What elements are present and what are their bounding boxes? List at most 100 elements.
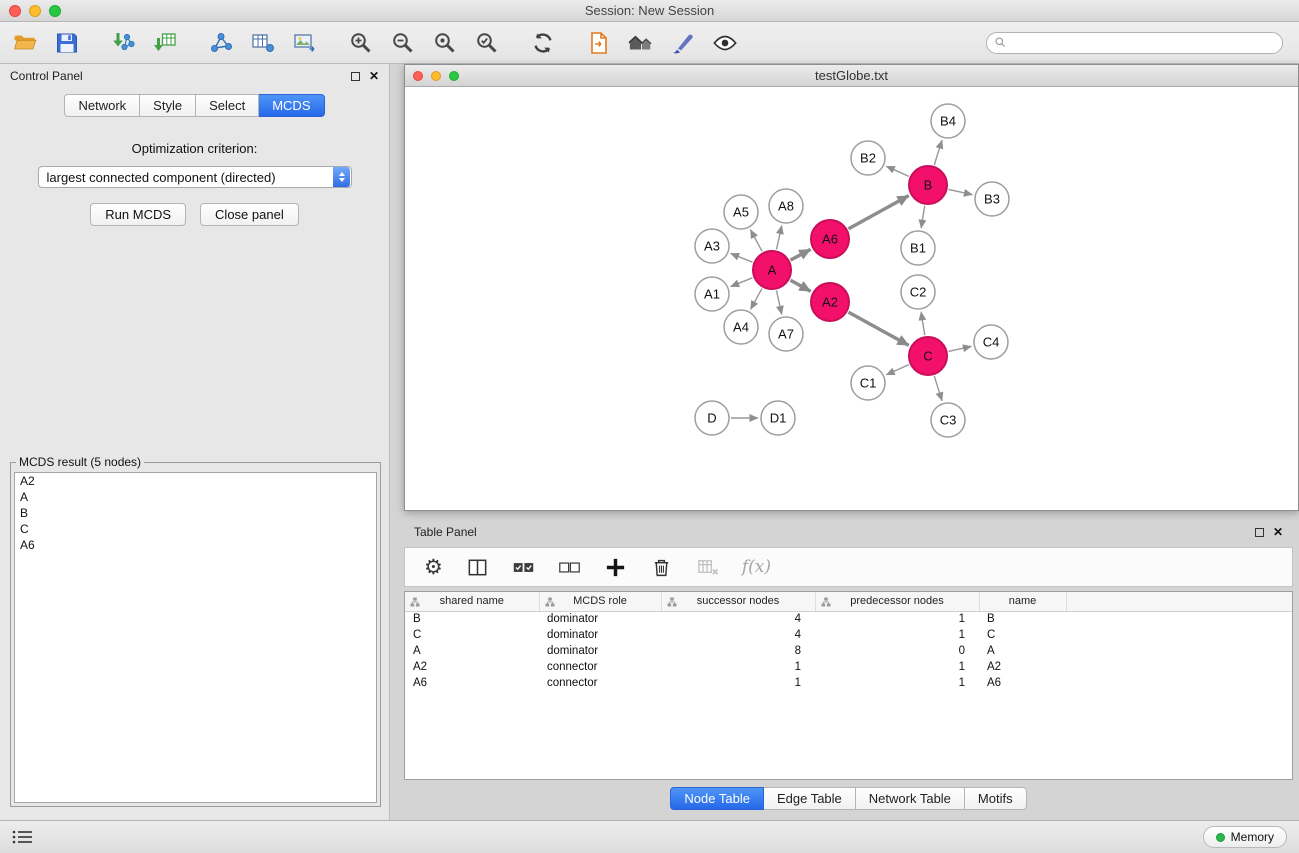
save-session-button[interactable] bbox=[52, 28, 82, 58]
network-canvas[interactable]: B4B2BB3A5A8A6A3B1AC2A1A2A4A7C4CC1C3DD1 bbox=[405, 87, 1298, 510]
graph-node-A8[interactable]: A8 bbox=[769, 189, 803, 223]
graph-edge-B-B2[interactable] bbox=[886, 166, 909, 176]
minimize-window-button[interactable] bbox=[29, 5, 41, 17]
deselect-all-button[interactable] bbox=[558, 554, 581, 580]
close-panel-button[interactable]: Close panel bbox=[200, 203, 299, 226]
search-input[interactable] bbox=[1011, 34, 1282, 52]
zoom-selected-button[interactable] bbox=[472, 28, 502, 58]
graph-edge-C-C3[interactable] bbox=[934, 376, 942, 401]
column-header[interactable]: successor nodes bbox=[661, 592, 815, 611]
run-mcds-button[interactable]: Run MCDS bbox=[90, 203, 186, 226]
delete-table-button[interactable] bbox=[696, 554, 719, 580]
tab-style[interactable]: Style bbox=[140, 94, 196, 117]
table-row[interactable]: A6connector 11 A6 bbox=[405, 675, 1292, 691]
column-header[interactable]: name bbox=[979, 592, 1066, 611]
tab-mcds[interactable]: MCDS bbox=[259, 94, 324, 117]
first-neighbors-button[interactable] bbox=[584, 28, 614, 58]
list-item[interactable]: A bbox=[15, 489, 376, 505]
graph-node-A6[interactable]: A6 bbox=[811, 220, 849, 258]
graph-node-A4[interactable]: A4 bbox=[724, 310, 758, 344]
home-layout-button[interactable] bbox=[626, 28, 656, 58]
graph-node-A5[interactable]: A5 bbox=[724, 195, 758, 229]
minimize-view-button[interactable] bbox=[431, 71, 441, 81]
apply-style-button[interactable] bbox=[668, 28, 698, 58]
graph-node-C[interactable]: C bbox=[909, 337, 947, 375]
export-image-button[interactable] bbox=[290, 28, 320, 58]
graph-edge-B-B1[interactable] bbox=[921, 206, 925, 229]
graph-edge-A-A3[interactable] bbox=[731, 253, 753, 262]
graph-edge-A-A6[interactable] bbox=[791, 249, 811, 260]
graph-edge-A-A1[interactable] bbox=[731, 278, 753, 287]
graph-edge-A-A2[interactable] bbox=[790, 280, 810, 291]
import-network-button[interactable] bbox=[108, 28, 138, 58]
graph-edge-C-C4[interactable] bbox=[948, 346, 971, 351]
tab-edge-table[interactable]: Edge Table bbox=[764, 787, 856, 810]
graph-node-D1[interactable]: D1 bbox=[761, 401, 795, 435]
import-table-button[interactable] bbox=[150, 28, 180, 58]
table-row[interactable]: Cdominator 41 C bbox=[405, 627, 1292, 643]
node-table[interactable]: shared name MCDS role successor nodes pr… bbox=[404, 591, 1293, 780]
graph-node-B4[interactable]: B4 bbox=[931, 104, 965, 138]
graph-node-A1[interactable]: A1 bbox=[695, 277, 729, 311]
tab-motifs[interactable]: Motifs bbox=[965, 787, 1027, 810]
graph-edge-A-A4[interactable] bbox=[751, 288, 762, 309]
list-item[interactable]: C bbox=[15, 521, 376, 537]
tab-network[interactable]: Network bbox=[64, 94, 140, 117]
mcds-result-list[interactable]: A2 A B C A6 bbox=[14, 472, 377, 803]
tab-network-table[interactable]: Network Table bbox=[856, 787, 965, 810]
graph-edge-A2-C[interactable] bbox=[848, 312, 908, 345]
close-table-panel-icon[interactable]: ✕ bbox=[1273, 526, 1283, 538]
column-header[interactable]: shared name bbox=[405, 592, 539, 611]
graph-node-B2[interactable]: B2 bbox=[851, 141, 885, 175]
graph-edge-B-B4[interactable] bbox=[934, 140, 942, 165]
graph-node-B3[interactable]: B3 bbox=[975, 182, 1009, 216]
network-graph[interactable]: B4B2BB3A5A8A6A3B1AC2A1A2A4A7C4CC1C3DD1 bbox=[405, 87, 1298, 510]
float-table-panel-icon[interactable] bbox=[1255, 528, 1264, 537]
graph-node-A7[interactable]: A7 bbox=[769, 317, 803, 351]
graph-node-C4[interactable]: C4 bbox=[974, 325, 1008, 359]
memory-button[interactable]: Memory bbox=[1203, 826, 1287, 848]
zoom-in-button[interactable] bbox=[346, 28, 376, 58]
graph-node-B1[interactable]: B1 bbox=[901, 231, 935, 265]
table-row[interactable]: A2connector 11 A2 bbox=[405, 659, 1292, 675]
graph-edge-C-C1[interactable] bbox=[886, 365, 909, 375]
zoom-out-button[interactable] bbox=[388, 28, 418, 58]
function-builder-button[interactable]: f(x) bbox=[742, 554, 771, 580]
delete-rows-button[interactable] bbox=[650, 554, 673, 580]
graph-node-D[interactable]: D bbox=[695, 401, 729, 435]
graph-edge-C-C2[interactable] bbox=[921, 312, 925, 335]
column-header[interactable]: predecessor nodes bbox=[815, 592, 979, 611]
refresh-button[interactable] bbox=[528, 28, 558, 58]
graph-node-A3[interactable]: A3 bbox=[695, 229, 729, 263]
show-columns-button[interactable] bbox=[466, 554, 489, 580]
list-item[interactable]: B bbox=[15, 505, 376, 521]
graph-edge-A-A7[interactable] bbox=[776, 291, 781, 315]
list-item[interactable]: A2 bbox=[15, 473, 376, 489]
add-row-button[interactable] bbox=[604, 554, 627, 580]
graph-node-C2[interactable]: C2 bbox=[901, 275, 935, 309]
list-item[interactable]: A6 bbox=[15, 537, 376, 553]
network-window-titlebar[interactable]: testGlobe.txt bbox=[405, 65, 1298, 87]
zoom-fit-button[interactable] bbox=[430, 28, 460, 58]
new-network-button[interactable] bbox=[206, 28, 236, 58]
graph-node-B[interactable]: B bbox=[909, 166, 947, 204]
table-row[interactable]: Adominator 80 A bbox=[405, 643, 1292, 659]
graph-edge-B-B3[interactable] bbox=[949, 189, 973, 194]
graph-node-C1[interactable]: C1 bbox=[851, 366, 885, 400]
graph-edge-A-A8[interactable] bbox=[776, 226, 781, 250]
graph-node-A2[interactable]: A2 bbox=[811, 283, 849, 321]
table-row[interactable]: Bdominator 41 B bbox=[405, 611, 1292, 627]
open-session-button[interactable] bbox=[10, 28, 40, 58]
column-header[interactable]: MCDS role bbox=[539, 592, 661, 611]
tab-select[interactable]: Select bbox=[196, 94, 259, 117]
close-panel-icon[interactable]: ✕ bbox=[369, 70, 379, 82]
zoom-window-button[interactable] bbox=[49, 5, 61, 17]
close-window-button[interactable] bbox=[9, 5, 21, 17]
optimization-criterion-dropdown[interactable]: largest connected component (directed) bbox=[38, 166, 352, 188]
zoom-view-button[interactable] bbox=[449, 71, 459, 81]
tab-node-table[interactable]: Node Table bbox=[670, 787, 764, 810]
float-panel-icon[interactable] bbox=[351, 72, 360, 81]
select-all-button[interactable] bbox=[512, 554, 535, 580]
task-history-button[interactable] bbox=[12, 829, 34, 845]
show-hide-button[interactable] bbox=[710, 28, 740, 58]
